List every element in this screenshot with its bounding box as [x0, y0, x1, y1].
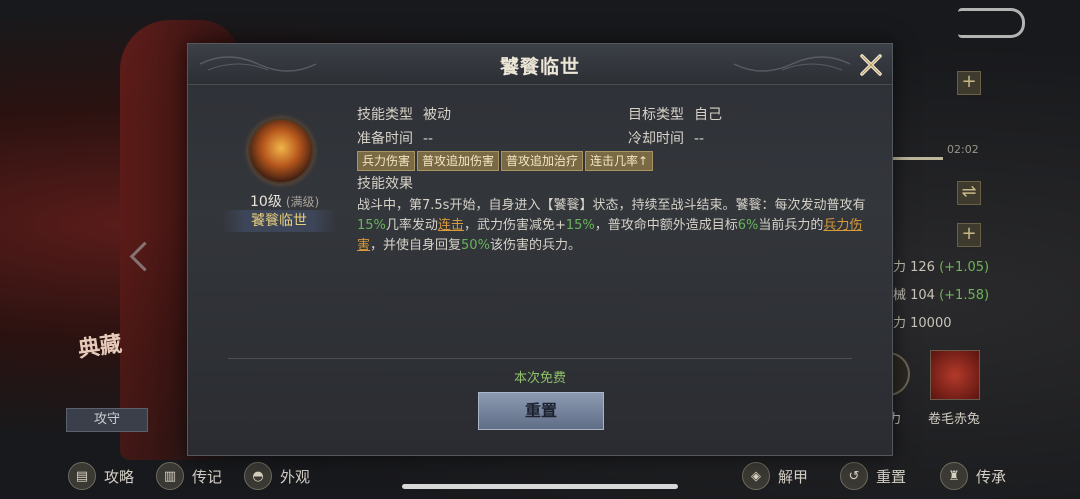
collection-seal: 典藏 [76, 331, 124, 363]
skill-tag: 普攻追加治疗 [501, 151, 584, 171]
skill-level: 10级 (满级) [250, 194, 320, 210]
mount-icon[interactable] [930, 350, 980, 400]
free-note: 本次免费 [513, 371, 566, 386]
skill-icon [248, 118, 314, 184]
divider [228, 358, 852, 359]
skill-detail-dialog: 饕餮临世 10级 (满级) 饕餮临世 技能类型 被动 目标类型 自己 准备时间 -- 冷… [187, 43, 893, 456]
effect-title: 技能效果 [357, 176, 413, 192]
dialog-title: 饕餮临世 [499, 56, 580, 78]
progress-bar [893, 157, 943, 160]
stat-row: 力 126 (+1.05) [893, 260, 990, 275]
progress-time: 02:02 [947, 143, 979, 156]
reset-general-button[interactable]: ↺ 重置 [840, 462, 906, 490]
add-icon[interactable]: + [957, 223, 981, 247]
skill-tag: 连击几率↑ [585, 151, 654, 171]
stat-row: 械 104 (+1.58) [893, 288, 990, 303]
mount-label: 卷毛赤兔 [928, 412, 981, 427]
dialog-header: 饕餮临世 [188, 44, 892, 85]
stat-row: 力 10000 [893, 316, 952, 331]
biography-button[interactable]: ▥ 传记 [156, 462, 222, 490]
inherit-icon: ♜ [940, 462, 968, 490]
cooldown-row: 冷却时间 -- [628, 131, 705, 147]
reset-icon: ↺ [840, 462, 868, 490]
tab-attack-defense[interactable]: 攻守 [66, 408, 148, 432]
prep-time-row: 准备时间 -- [357, 131, 434, 147]
armor-icon: ◈ [742, 462, 770, 490]
reset-button[interactable]: 重置 [478, 392, 604, 430]
home-indicator[interactable] [402, 484, 678, 489]
skill-type-row: 技能类型 被动 [357, 107, 451, 123]
back-icon[interactable] [958, 8, 1025, 38]
scroll-icon: ▥ [156, 462, 184, 490]
appearance-button[interactable]: ◓ 外观 [244, 462, 310, 490]
skill-tag: 兵力伤害 [357, 151, 416, 171]
helmet-icon: ◓ [244, 462, 272, 490]
effect-description: 战斗中，第7.5s开始，自身进入【饕餮】状态，持续至战斗结束。饕餮：每次发动普攻… [357, 198, 866, 253]
add-icon[interactable]: + [957, 71, 981, 95]
book-icon: ▤ [68, 462, 96, 490]
target-type-row: 目标类型 自己 [628, 107, 722, 123]
combo-link[interactable]: 连击 [438, 218, 464, 233]
close-icon[interactable] [856, 50, 886, 80]
dismiss-armor-button[interactable]: ◈ 解甲 [742, 462, 808, 490]
inherit-button[interactable]: ♜ 传承 [940, 462, 1006, 490]
skill-name: 饕餮临世 [222, 210, 336, 232]
guide-button[interactable]: ▤ 攻略 [68, 462, 134, 490]
skill-tags: 兵力伤害 普攻追加伤害 普攻追加治疗 连击几率↑ [357, 151, 654, 171]
skill-tag: 普攻追加伤害 [417, 151, 500, 171]
swap-icon[interactable]: ⇌ [957, 181, 981, 205]
